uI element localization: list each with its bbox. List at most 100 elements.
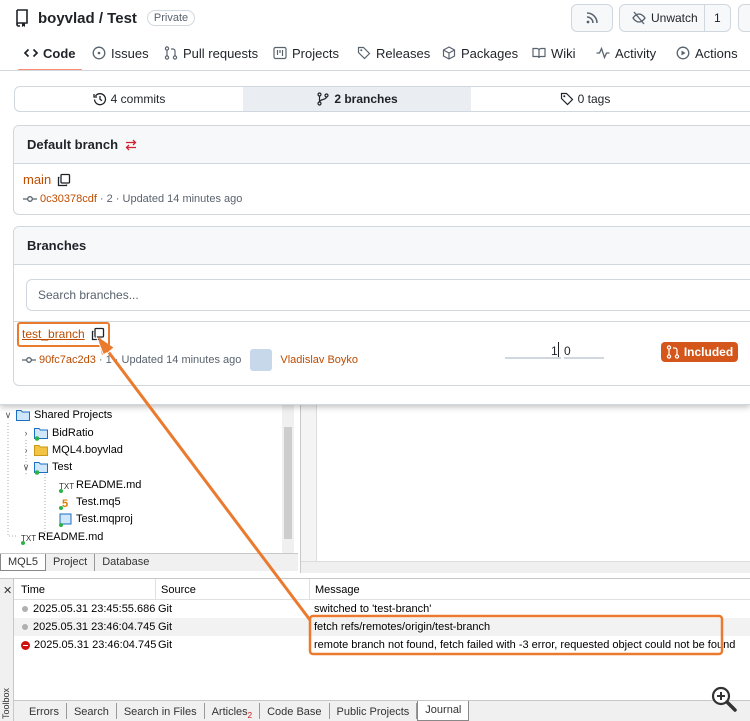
commits-link[interactable]: 4 commits bbox=[15, 87, 243, 111]
tab-releases[interactable]: Releases bbox=[357, 36, 430, 70]
editor-hscrollbar[interactable] bbox=[301, 561, 750, 573]
default-branch-box: Default branch main 0c30378cdf · 2 · Upd… bbox=[13, 125, 750, 215]
table-row[interactable]: 2025.05.31 23:46:04.745 Git remote branc… bbox=[14, 636, 750, 654]
tab-packages-label: Packages bbox=[461, 45, 519, 61]
tab-errors[interactable]: Errors bbox=[22, 703, 67, 719]
tag-icon bbox=[560, 92, 573, 106]
tab-project[interactable]: Project bbox=[46, 554, 96, 571]
tags-link[interactable]: 0 tags bbox=[471, 87, 699, 111]
toolbox-tabs: Errors Search Search in Files Articles2 … bbox=[14, 700, 750, 721]
unwatch-button[interactable]: Unwatch 1 bbox=[619, 4, 731, 32]
column-message[interactable]: Message bbox=[310, 579, 750, 600]
row-message: switched to 'test-branch' bbox=[314, 603, 432, 615]
watch-count: 1 bbox=[714, 11, 721, 25]
default-branch-row: main bbox=[23, 172, 71, 187]
behind-bar bbox=[505, 357, 561, 359]
rss-icon bbox=[586, 12, 598, 24]
book-icon bbox=[532, 47, 546, 59]
editor-gutter bbox=[301, 405, 317, 561]
info-icon bbox=[22, 624, 28, 630]
tab-wiki[interactable]: Wiki bbox=[532, 36, 576, 70]
table-row[interactable]: 2025.05.31 23:46:04.745 Git fetch refs/r… bbox=[14, 618, 750, 636]
navigator-tabs: MQL5 Project Database bbox=[0, 553, 298, 571]
column-source[interactable]: Source bbox=[156, 579, 310, 600]
tab-database[interactable]: Database bbox=[95, 554, 156, 571]
commit-icon bbox=[22, 357, 36, 363]
default-branch-commit[interactable]: 0c30378cdf bbox=[40, 193, 97, 205]
ahead-behind-divider bbox=[558, 342, 559, 358]
tree-label: Test.mqproj bbox=[76, 513, 133, 525]
history-icon bbox=[93, 93, 106, 106]
branch-highlight-box bbox=[17, 322, 110, 347]
rss-button[interactable] bbox=[571, 4, 613, 32]
branch-commit[interactable]: 90fc7ac2d3 bbox=[39, 354, 96, 366]
tab-activity[interactable]: Activity bbox=[596, 36, 656, 70]
close-icon[interactable]: ✕ bbox=[3, 584, 12, 597]
tab-releases-label: Releases bbox=[376, 45, 431, 61]
column-time[interactable]: Time bbox=[16, 579, 156, 600]
switch-arrows-icon[interactable] bbox=[124, 138, 138, 152]
branch-search-input[interactable] bbox=[26, 279, 750, 311]
tab-public-projects[interactable]: Public Projects bbox=[330, 703, 418, 719]
repo-header: boyvlad / Test Private bbox=[14, 6, 196, 30]
tab-issues[interactable]: Issues bbox=[92, 36, 149, 70]
tab-issues-label: Issues bbox=[111, 45, 149, 61]
zoom-in-icon[interactable] bbox=[710, 685, 738, 713]
nav-divider bbox=[0, 70, 750, 71]
ahead-count: 0 bbox=[564, 344, 571, 358]
default-branch-name[interactable]: main bbox=[23, 172, 51, 187]
tab-code-base[interactable]: Code Base bbox=[260, 703, 330, 719]
star-button[interactable] bbox=[738, 4, 750, 32]
tab-pull-requests[interactable]: Pull requests bbox=[164, 36, 258, 70]
tab-projects-label: Projects bbox=[292, 45, 339, 61]
tab-journal[interactable]: Journal bbox=[417, 701, 470, 721]
pull-request-icon bbox=[666, 345, 680, 359]
tab-code[interactable]: Code bbox=[18, 36, 81, 71]
tab-packages[interactable]: Packages bbox=[442, 36, 518, 70]
repo-summary-bar: 4 commits 2 branches 0 tags bbox=[14, 86, 750, 112]
code-editor[interactable] bbox=[300, 405, 750, 573]
commit-icon bbox=[23, 196, 37, 202]
tab-articles[interactable]: Articles2 bbox=[205, 703, 261, 720]
tab-code-label: Code bbox=[43, 45, 76, 61]
github-panel: boyvlad / Test Private Unwatch 1 Code Is… bbox=[0, 0, 750, 405]
row-source: Git bbox=[158, 621, 173, 633]
included-label: Included bbox=[683, 345, 734, 359]
unwatch-label: Unwatch bbox=[651, 11, 698, 25]
avatar[interactable] bbox=[250, 349, 273, 371]
tab-actions[interactable]: Actions bbox=[676, 36, 738, 70]
row-time: 2025.05.31 23:45:55.686 bbox=[33, 603, 156, 615]
row-time: 2025.05.31 23:46:04.745 bbox=[34, 639, 157, 651]
copy-icon[interactable] bbox=[57, 173, 71, 187]
row-message: remote branch not found, fetch failed wi… bbox=[314, 639, 736, 651]
tab-pull-requests-label: Pull requests bbox=[183, 45, 259, 61]
table-row[interactable]: 2025.05.31 23:45:55.686 Git switched to … bbox=[14, 600, 750, 618]
branches-link[interactable]: 2 branches bbox=[243, 87, 471, 111]
included-badge: Included bbox=[661, 342, 738, 362]
info-icon bbox=[22, 606, 28, 612]
row-divider bbox=[14, 321, 750, 322]
scrollbar-thumb[interactable] bbox=[284, 427, 292, 539]
branches-heading: Branches bbox=[27, 238, 87, 253]
row-time: 2025.05.31 23:46:04.745 bbox=[33, 621, 156, 633]
ahead-bar bbox=[564, 357, 604, 359]
branches-count: 2 branches bbox=[334, 92, 398, 106]
row-source: Git bbox=[158, 603, 173, 615]
navigator-scrollbar[interactable] bbox=[282, 405, 294, 553]
tab-mql5[interactable]: MQL5 bbox=[0, 554, 46, 571]
branch-meta: 90fc7ac2d3 · 1 · Updated 14 minutes ago … bbox=[22, 349, 358, 371]
tab-search[interactable]: Search bbox=[67, 703, 117, 719]
tab-projects[interactable]: Projects bbox=[273, 36, 339, 70]
commits-count: 4 commits bbox=[110, 92, 166, 106]
toolbox-sidebar: ✕ Toolbox bbox=[0, 579, 14, 721]
branch-author[interactable]: Vladislav Boyko bbox=[280, 354, 358, 366]
eye-closed-icon bbox=[632, 11, 646, 25]
git-branch-icon bbox=[317, 92, 329, 106]
toolbox-panel: ✕ Toolbox Time Source Message 2025.05.31… bbox=[0, 578, 750, 721]
tab-articles-label: Articles bbox=[211, 706, 248, 718]
button-divider bbox=[704, 5, 705, 31]
tab-search-in-files[interactable]: Search in Files bbox=[117, 703, 205, 719]
repo-title[interactable]: boyvlad / Test bbox=[38, 10, 137, 27]
tree-label: README.md bbox=[76, 479, 142, 491]
toolbox-label: Toolbox bbox=[1, 687, 11, 719]
